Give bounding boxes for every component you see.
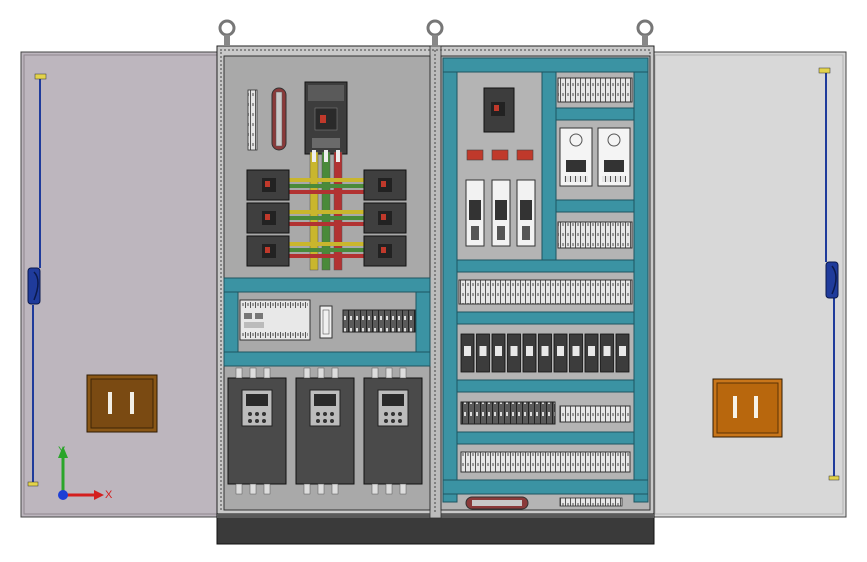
terminal-block-row xyxy=(458,279,633,305)
bus-connections xyxy=(288,178,368,258)
fuse xyxy=(466,149,484,161)
ventilation-grille-icon xyxy=(86,374,158,433)
door-handle-icon[interactable] xyxy=(825,261,839,299)
fuse xyxy=(491,149,509,161)
axis-x-label: X xyxy=(105,489,113,501)
terminal-block-row xyxy=(559,405,631,423)
variable-frequency-drive xyxy=(295,367,355,495)
door-handle-icon[interactable] xyxy=(27,267,41,305)
main-circuit-breaker xyxy=(304,81,348,155)
cabinet-cad-view: X Y xyxy=(20,19,847,545)
right-door xyxy=(651,51,847,518)
control-circuit-breaker xyxy=(483,87,515,133)
variable-frequency-drive xyxy=(363,367,423,495)
terminal-strip xyxy=(559,497,623,507)
branch-breaker xyxy=(363,202,407,234)
cabinet-plinth xyxy=(216,513,655,545)
terminal-strip xyxy=(247,89,258,151)
plc-module xyxy=(319,305,333,339)
pe-busbar-holder xyxy=(465,496,529,510)
contactor xyxy=(465,179,485,247)
branch-breaker xyxy=(246,202,290,234)
contactor xyxy=(491,179,511,247)
power-supply xyxy=(597,127,631,187)
terminal-block-row xyxy=(460,451,631,473)
lifting-eye-icon xyxy=(426,19,444,46)
plc-controller xyxy=(239,299,311,341)
branch-breaker xyxy=(363,235,407,267)
terminal-block-row xyxy=(460,401,556,425)
branch-breaker xyxy=(363,169,407,201)
axis-y-label: Y xyxy=(58,445,66,457)
lifting-eye-icon xyxy=(218,19,236,46)
power-supply xyxy=(559,127,593,187)
lifting-eye-icon xyxy=(636,19,654,46)
branch-breaker xyxy=(246,235,290,267)
terminal-block-row xyxy=(342,309,416,333)
ventilation-grille-icon xyxy=(712,378,783,438)
rod-guide-icon xyxy=(34,73,47,80)
contactor xyxy=(516,179,536,247)
busbar-holder xyxy=(271,87,287,151)
terminal-block-row xyxy=(557,77,633,103)
branch-breaker xyxy=(246,169,290,201)
terminal-block-row xyxy=(557,221,633,249)
variable-frequency-drive xyxy=(227,367,287,495)
fuse xyxy=(516,149,534,161)
relay-module-row xyxy=(460,333,630,373)
left-door xyxy=(20,51,221,518)
